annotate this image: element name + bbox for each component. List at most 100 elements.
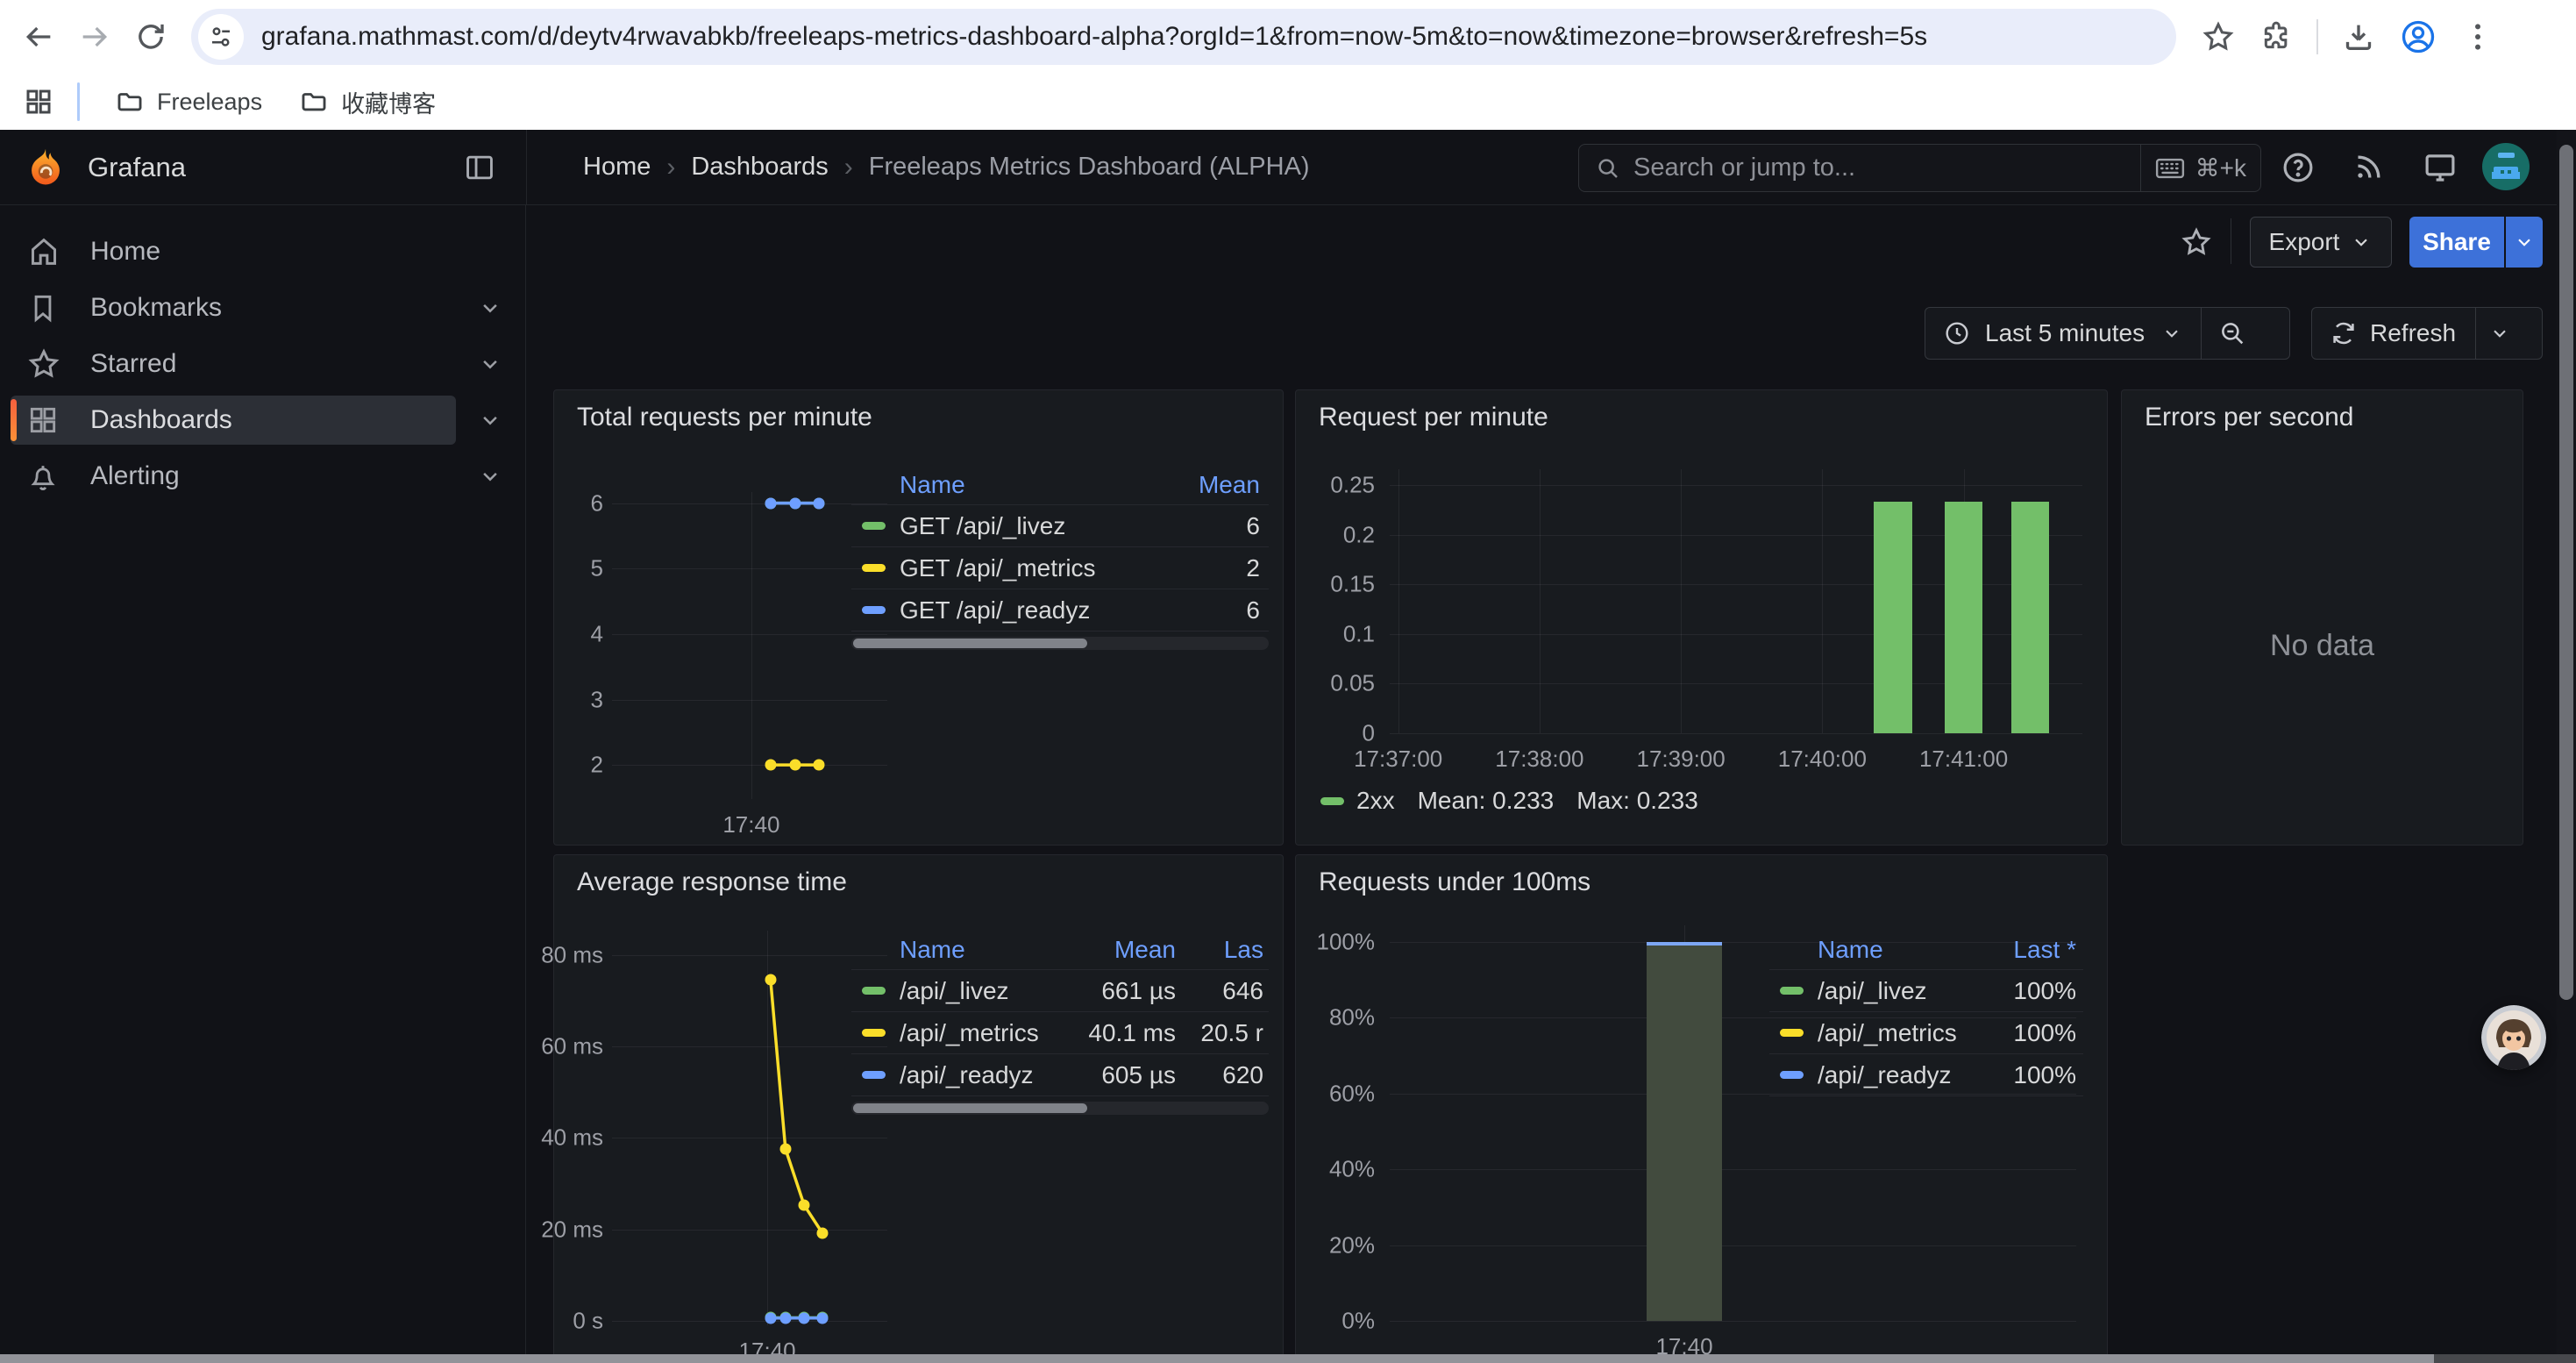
grafana-brand[interactable]: Grafana <box>26 130 186 204</box>
legend-row[interactable]: /api/_readyz 100% <box>1769 1054 2083 1096</box>
data-point <box>790 760 801 771</box>
legend-header: Name Last * <box>1769 931 2083 970</box>
legend-row[interactable]: /api/_livez 100% <box>1769 970 2083 1012</box>
x-axis: 17:40 <box>1390 1326 2076 1354</box>
series-name[interactable]: /api/_readyz <box>1818 1061 1980 1089</box>
sidebar-item-alerting[interactable]: Alerting <box>0 452 525 501</box>
legend-inline[interactable]: 2xx Mean: 0.233 Max: 0.233 <box>1320 787 1698 815</box>
chevron-down-icon[interactable] <box>477 351 503 377</box>
series-name[interactable]: /api/_readyz <box>900 1061 1053 1089</box>
legend-header-mean[interactable]: Mean <box>1155 471 1269 499</box>
download-icon[interactable] <box>2341 19 2376 54</box>
panel-title[interactable]: Total requests per minute <box>577 403 872 432</box>
series-name[interactable]: /api/_metrics <box>1818 1019 1980 1047</box>
y-tick-label: 60% <box>1329 1080 1375 1107</box>
back-button[interactable] <box>11 9 67 65</box>
chevron-down-icon[interactable] <box>2488 322 2511 345</box>
avg-response-time-plot[interactable] <box>612 931 887 1325</box>
floating-assistant-avatar[interactable] <box>2481 1005 2546 1070</box>
x-tick-label: 17:40 <box>739 1338 796 1354</box>
data-point <box>816 1227 828 1238</box>
scrollbar-thumb[interactable] <box>2559 145 2573 1000</box>
total-requests-plot[interactable] <box>612 492 887 799</box>
v-gridline <box>1540 469 1541 733</box>
sidebar-item-starred[interactable]: Starred <box>0 339 525 389</box>
chevron-down-icon[interactable] <box>477 407 503 433</box>
series-name[interactable]: /api/_metrics <box>900 1019 1053 1047</box>
series-name[interactable]: GET /api/_livez <box>900 512 1155 540</box>
legend-scrollbar[interactable] <box>851 1102 1269 1115</box>
extensions-icon[interactable] <box>2259 19 2294 54</box>
help-icon[interactable] <box>2280 149 2316 186</box>
panel-title[interactable]: Average response time <box>577 867 847 897</box>
legend-header-last[interactable]: Las <box>1176 936 1269 964</box>
y-tick-label: 3 <box>591 686 603 713</box>
reload-button[interactable] <box>123 9 179 65</box>
time-range-button[interactable]: Last 5 minutes <box>1985 319 2145 347</box>
series-name[interactable]: GET /api/_readyz <box>900 596 1155 624</box>
legend-row[interactable]: GET /api/_livez 6 <box>851 505 1269 547</box>
panel-title[interactable]: Request per minute <box>1319 403 1548 432</box>
news-rss-icon[interactable] <box>2352 149 2387 184</box>
profile-icon[interactable] <box>2399 18 2437 56</box>
legend-row[interactable]: GET /api/_readyz 6 <box>851 589 1269 632</box>
series-name[interactable]: 2xx <box>1356 787 1395 815</box>
sidebar-item-bookmarks[interactable]: Bookmarks <box>0 283 525 332</box>
y-tick-label: 0.1 <box>1343 620 1375 647</box>
clock-icon <box>1943 319 1971 347</box>
sidebar-item-dashboards[interactable]: Dashboards <box>0 396 525 445</box>
address-bar[interactable]: grafana.mathmast.com/d/deytv4rwavabkb/fr… <box>191 9 2176 65</box>
share-button[interactable]: Share <box>2409 217 2504 268</box>
sidebar-item-home[interactable]: Home <box>0 227 525 276</box>
bookmark-star-icon[interactable] <box>2201 19 2236 54</box>
vertical-scrollbar[interactable] <box>2557 130 2576 1354</box>
legend-header-name[interactable]: Name <box>1769 936 1980 964</box>
series-name[interactable]: /api/_livez <box>900 977 1053 1005</box>
panel-title[interactable]: Errors per second <box>2145 403 2353 432</box>
chevron-down-icon[interactable] <box>477 463 503 489</box>
forward-button[interactable] <box>67 9 123 65</box>
export-button[interactable]: Export <box>2250 217 2392 268</box>
user-avatar[interactable] <box>2481 142 2530 196</box>
zoom-out-icon[interactable] <box>2217 318 2247 348</box>
dashboard-subheader: Export Share <box>526 204 2576 279</box>
tv-kiosk-icon[interactable] <box>2422 149 2459 186</box>
request-per-minute-plot[interactable] <box>1390 469 2082 733</box>
legend-row[interactable]: /api/_metrics 100% <box>1769 1012 2083 1054</box>
legend-header-last[interactable]: Last * <box>1980 936 2083 964</box>
legend-row[interactable]: /api/_metrics 40.1 ms 20.5 r <box>851 1012 1269 1054</box>
site-settings-icon[interactable] <box>198 14 244 60</box>
y-tick-label: 60 ms <box>541 1033 603 1060</box>
refresh-group: Refresh <box>2311 307 2543 360</box>
mega-menu-toggle-icon[interactable] <box>463 151 496 184</box>
bookmark-folder-freeleaps[interactable]: Freeleaps <box>101 80 276 124</box>
chevron-down-icon[interactable] <box>477 295 503 321</box>
legend-row[interactable]: /api/_livez 661 µs 646 <box>851 970 1269 1012</box>
menu-dots-icon[interactable] <box>2460 19 2495 54</box>
bookmark-folder-label: Freeleaps <box>157 89 262 116</box>
share-menu-button[interactable] <box>2506 217 2543 268</box>
legend-row[interactable]: /api/_readyz 605 µs 620 <box>851 1054 1269 1096</box>
refresh-button[interactable]: Refresh <box>2370 319 2456 347</box>
data-point <box>813 760 824 771</box>
scrollbar-thumb[interactable] <box>853 1103 1087 1113</box>
favorite-star-icon[interactable] <box>2180 225 2213 259</box>
bookmarks-bar: Freeleaps 收藏博客 <box>0 74 2576 130</box>
legend-header-mean[interactable]: Mean <box>1053 936 1176 964</box>
series-mean: 661 µs <box>1053 977 1176 1005</box>
x-tick-label: 17:40:00 <box>1778 746 1867 773</box>
apps-grid-icon[interactable] <box>23 86 54 118</box>
breadcrumb-home[interactable]: Home <box>583 153 651 182</box>
data-point <box>816 1312 828 1324</box>
series-name[interactable]: GET /api/_metrics <box>900 554 1155 582</box>
legend-header-name[interactable]: Name <box>851 471 1155 499</box>
series-name[interactable]: /api/_livez <box>1818 977 1980 1005</box>
scrollbar-thumb[interactable] <box>853 639 1087 648</box>
search-input[interactable]: Search or jump to... ⌘+k <box>1578 144 2261 192</box>
breadcrumb-dashboards[interactable]: Dashboards <box>691 153 828 182</box>
legend-row[interactable]: GET /api/_metrics 2 <box>851 547 1269 589</box>
legend-scrollbar[interactable] <box>851 637 1269 650</box>
panel-title[interactable]: Requests under 100ms <box>1319 867 1590 897</box>
bookmark-folder-blogs[interactable]: 收藏博客 <box>285 78 450 126</box>
data-point <box>799 1312 810 1324</box>
